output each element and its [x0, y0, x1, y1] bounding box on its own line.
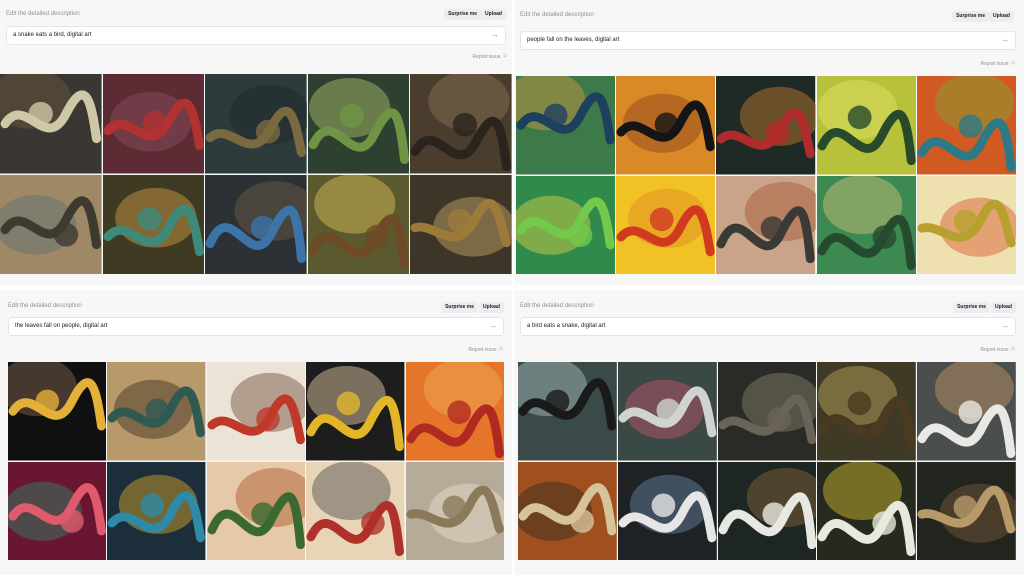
generated-image[interactable]	[616, 76, 716, 175]
generated-image[interactable]	[405, 362, 504, 461]
panel-top-left: Edit the detailed description Surprise m…	[0, 0, 512, 285]
generated-image[interactable]	[916, 76, 1016, 175]
panel-bottom-right: Edit the detailed description Surprise m…	[514, 290, 1024, 575]
prompt-text: a bird eats a snake, digital art	[527, 323, 606, 329]
generated-image[interactable]	[205, 74, 307, 174]
report-issue-link[interactable]: Report issue ⚐	[473, 53, 508, 60]
report-issue-label: Report issue	[468, 347, 497, 353]
generated-image[interactable]	[307, 174, 410, 274]
generated-image[interactable]	[717, 362, 817, 461]
flag-icon: ⚐	[1010, 61, 1016, 67]
panel-header: Edit the detailed description Surprise m…	[0, 0, 512, 62]
generated-image[interactable]	[107, 362, 206, 461]
generated-image[interactable]	[8, 362, 107, 461]
report-issue-label: Report issue	[472, 54, 501, 60]
generated-image[interactable]	[0, 174, 102, 274]
upload-button[interactable]: Upload	[991, 302, 1016, 313]
panel-header: Edit the detailed description Surprise m…	[514, 290, 1024, 353]
prompt-text: the leaves fall on people, digital art	[15, 323, 108, 329]
generated-image[interactable]	[102, 174, 205, 274]
submit-arrow-icon[interactable]: →	[489, 321, 497, 330]
image-grid	[8, 362, 504, 560]
generated-image[interactable]	[516, 76, 616, 175]
submit-arrow-icon[interactable]: →	[1001, 35, 1009, 44]
surprise-me-button[interactable]: Surprise me	[444, 9, 481, 20]
flag-icon: ⚐	[1010, 347, 1016, 353]
generated-image[interactable]	[816, 175, 916, 274]
prompt-input[interactable]: a bird eats a snake, digital art →	[520, 317, 1016, 336]
generated-image[interactable]	[410, 74, 512, 174]
generated-image[interactable]	[405, 461, 504, 560]
flag-icon: ⚐	[498, 347, 504, 353]
generated-image[interactable]	[816, 76, 916, 175]
generated-image[interactable]	[617, 461, 717, 560]
prompt-input[interactable]: people fall on the leaves, digital art →	[520, 31, 1016, 50]
generated-image[interactable]	[817, 461, 917, 560]
generated-image[interactable]	[616, 175, 716, 274]
description-label: Edit the detailed description	[6, 11, 80, 17]
generated-image[interactable]	[917, 461, 1016, 560]
generated-image[interactable]	[817, 362, 917, 461]
generated-image[interactable]	[205, 174, 307, 274]
generated-image[interactable]	[717, 461, 817, 560]
generated-image[interactable]	[107, 461, 206, 560]
prompt-input[interactable]: a snake eats a bird, digital art →	[6, 26, 506, 45]
generated-image[interactable]	[516, 175, 616, 274]
generated-image[interactable]	[206, 362, 306, 461]
report-issue-link[interactable]: Report issue ⚐	[469, 346, 504, 353]
surprise-me-button[interactable]: Surprise me	[953, 302, 990, 313]
submit-arrow-icon[interactable]: →	[491, 30, 499, 39]
flag-icon: ⚐	[502, 54, 508, 60]
description-label: Edit the detailed description	[8, 303, 82, 309]
generated-image[interactable]	[8, 461, 107, 560]
description-label: Edit the detailed description	[520, 303, 594, 309]
generated-image[interactable]	[716, 175, 816, 274]
generated-image[interactable]	[306, 461, 405, 560]
upload-button[interactable]: Upload	[481, 9, 506, 20]
generated-image[interactable]	[102, 74, 205, 174]
report-issue-label: Report issue	[980, 61, 1009, 67]
description-label: Edit the detailed description	[520, 12, 594, 18]
generated-image[interactable]	[716, 76, 816, 175]
image-grid	[0, 74, 512, 274]
generated-image[interactable]	[306, 362, 405, 461]
generated-image[interactable]	[917, 362, 1016, 461]
prompt-text: people fall on the leaves, digital art	[527, 37, 620, 43]
image-grid	[518, 362, 1016, 560]
report-issue-link[interactable]: Report issue ⚐	[981, 346, 1016, 353]
generated-image[interactable]	[916, 175, 1016, 274]
generated-image[interactable]	[518, 461, 617, 560]
image-grid	[516, 76, 1016, 274]
generated-image[interactable]	[307, 74, 410, 174]
report-issue-link[interactable]: Report issue ⚐	[981, 60, 1016, 67]
submit-arrow-icon[interactable]: →	[1001, 321, 1009, 330]
generated-image[interactable]	[206, 461, 306, 560]
generated-image[interactable]	[518, 362, 617, 461]
prompt-input[interactable]: the leaves fall on people, digital art →	[8, 317, 504, 336]
panel-header: Edit the detailed description Surprise m…	[0, 290, 512, 353]
generated-image[interactable]	[617, 362, 717, 461]
surprise-me-button[interactable]: Surprise me	[441, 302, 478, 313]
panel-header: Edit the detailed description Surprise m…	[514, 0, 1024, 67]
prompt-text: a snake eats a bird, digital art	[13, 32, 92, 38]
upload-button[interactable]: Upload	[479, 302, 504, 313]
generated-image[interactable]	[0, 74, 102, 174]
upload-button[interactable]: Upload	[989, 11, 1014, 22]
panel-bottom-left: Edit the detailed description Surprise m…	[0, 290, 512, 575]
panel-top-right: Edit the detailed description Surprise m…	[514, 0, 1024, 285]
generated-image[interactable]	[410, 174, 512, 274]
report-issue-label: Report issue	[980, 347, 1009, 353]
surprise-me-button[interactable]: Surprise me	[952, 11, 989, 22]
